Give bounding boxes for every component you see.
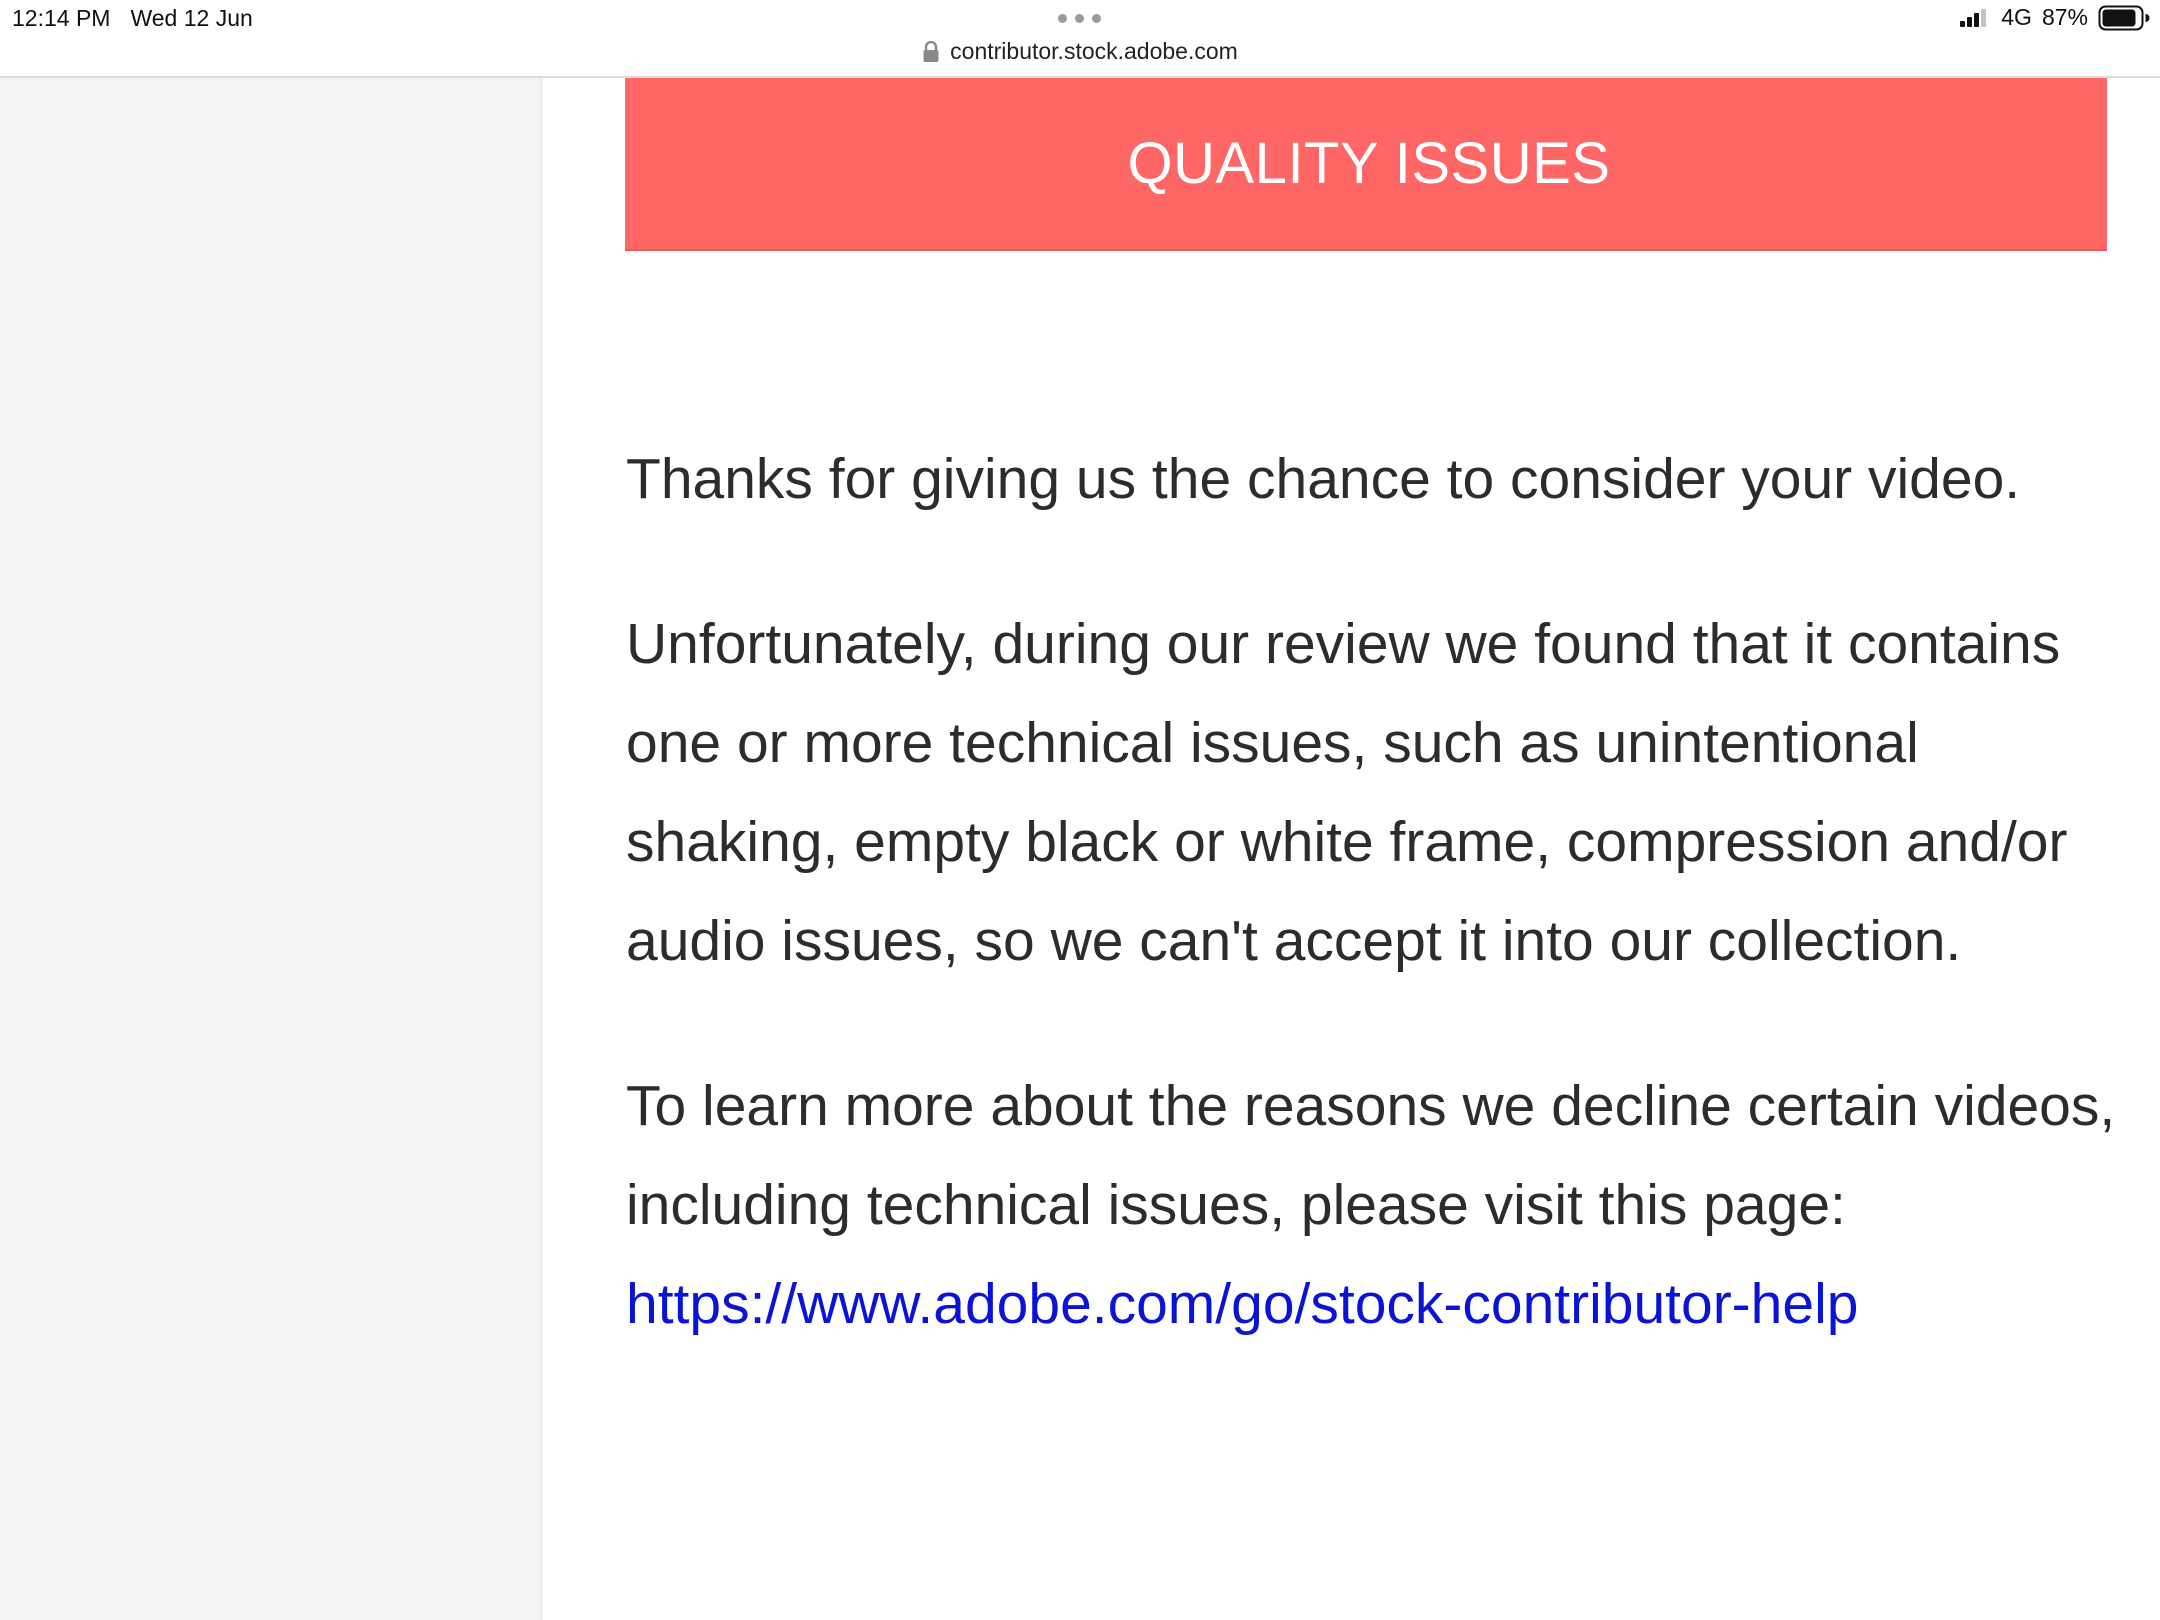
dot xyxy=(1075,14,1084,23)
browser-top-bar: 12:14 PM Wed 12 Jun contributor.stock.ado… xyxy=(0,0,2160,78)
network-type: 4G xyxy=(2001,4,2032,30)
banner-title: QUALITY ISSUES xyxy=(1127,131,1611,196)
status-right: 4G 87% xyxy=(1959,4,2150,31)
battery-icon xyxy=(2098,5,2150,30)
status-date: Wed 12 Jun xyxy=(130,5,253,31)
status-left: 12:14 PM Wed 12 Jun xyxy=(12,5,253,32)
cellular-signal-icon xyxy=(1960,8,1987,27)
address-field[interactable]: contributor.stock.adobe.com xyxy=(922,38,1238,65)
dot xyxy=(1058,14,1067,23)
rejection-message: Thanks for giving us the chance to consi… xyxy=(626,430,2136,1354)
contributor-help-link[interactable]: https://www.adobe.com/go/stock-contribut… xyxy=(626,1272,1858,1336)
message-paragraph-thanks: Thanks for giving us the chance to consi… xyxy=(626,447,2021,511)
url-text: contributor.stock.adobe.com xyxy=(950,38,1238,64)
left-sidebar-panel xyxy=(0,78,542,1620)
battery-percentage: 87% xyxy=(2041,4,2088,30)
url-bar: contributor.stock.adobe.com xyxy=(0,38,2160,69)
lock-icon xyxy=(923,40,939,62)
learn-more-text: To learn more about the reasons we decli… xyxy=(626,1074,2116,1237)
status-time: 12:14 PM xyxy=(12,5,111,31)
quality-issues-banner: QUALITY ISSUES xyxy=(625,78,2107,251)
dot xyxy=(1092,14,1101,23)
more-options-icon[interactable] xyxy=(1056,8,1104,28)
message-paragraph-learn-more: To learn more about the reasons we decli… xyxy=(626,1057,2136,1354)
message-paragraph-issues: Unfortunately, during our review we foun… xyxy=(626,612,2068,973)
